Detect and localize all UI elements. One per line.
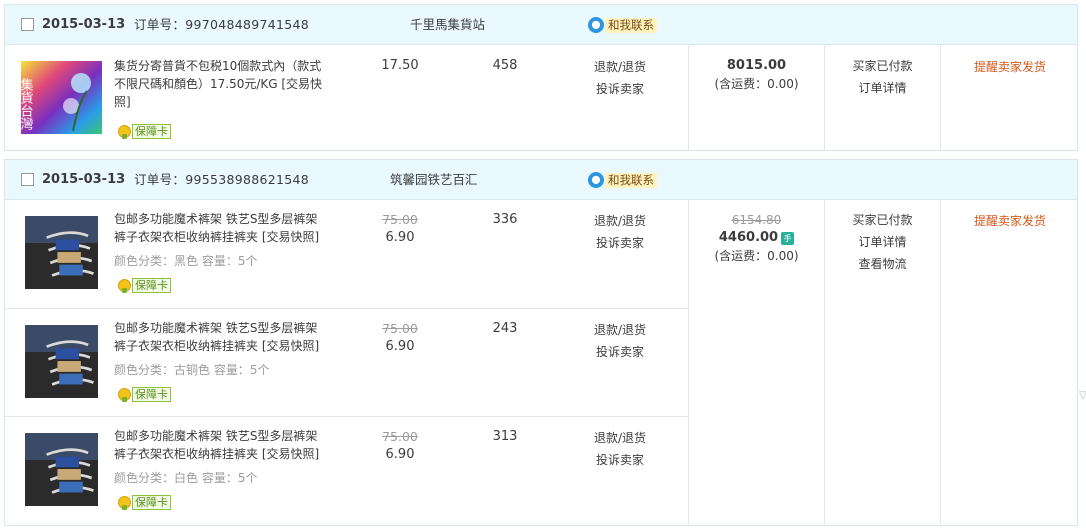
contact-seller-label: 和我联系 xyxy=(605,172,657,188)
product-thumbnail[interactable] xyxy=(21,325,102,398)
guarantee-card-icon xyxy=(118,124,131,139)
complain-seller-link[interactable]: 投诉卖家 xyxy=(585,343,655,360)
mobile-order-icon: 手 xyxy=(781,231,795,245)
product-title-link[interactable]: 包邮多功能魔术裤架 铁艺S型多层裤架裤子衣架衣柜收纳裤挂裤夹 [交易快照] xyxy=(114,427,324,463)
guarantee-card-label: 保障卡 xyxy=(132,386,171,402)
quantity: 458 xyxy=(492,58,518,73)
complain-seller-link[interactable]: 投诉卖家 xyxy=(585,80,655,97)
contact-seller-button[interactable]: ⬤ 和我联系 xyxy=(588,17,657,33)
order-total: 4460.00 xyxy=(718,230,779,245)
guarantee-card-badge[interactable]: 保障卡 xyxy=(118,277,171,293)
guarantee-card-label: 保障卡 xyxy=(132,494,171,510)
guarantee-card-icon xyxy=(118,278,131,293)
refund-return-link[interactable]: 退款/退货 xyxy=(585,212,655,229)
contact-seller-label: 和我联系 xyxy=(605,17,657,33)
complain-seller-link[interactable]: 投诉卖家 xyxy=(585,234,655,251)
original-price: 75.00 xyxy=(382,212,418,227)
unit-price: 6.90 xyxy=(385,447,415,462)
product-sku: 颜色分类：白色 容量：5个 xyxy=(114,471,258,485)
original-price: 75.00 xyxy=(382,429,418,444)
order-header: 2015-03-13 订单号：995538988621548 筑馨园铁艺百汇 ⬤… xyxy=(5,160,1077,200)
thumbnail-logo-text: 集貨台灣 xyxy=(21,77,33,131)
wangwang-icon: ⬤ xyxy=(588,17,604,33)
shipping-fee: (含运费：0.00) xyxy=(714,77,799,91)
order-total: 8015.00 xyxy=(726,58,787,73)
order-card: 2015-03-13 订单号：997048489741548 千里馬集貨站 ⬤ … xyxy=(4,4,1078,151)
order-detail-link[interactable]: 订单详情 xyxy=(825,231,940,253)
guarantee-card-badge[interactable]: 保障卡 xyxy=(118,386,171,402)
order-item-row: 包邮多功能魔术裤架 铁艺S型多层裤架裤子衣架衣柜收纳裤挂裤夹 [交易快照] 颜色… xyxy=(5,200,688,308)
order-status-text: 买家已付款 xyxy=(852,59,913,73)
unit-price: 6.90 xyxy=(385,339,415,354)
guarantee-card-icon xyxy=(118,495,131,510)
unit-price: 17.50 xyxy=(381,58,419,73)
product-title-link[interactable]: 包邮多功能魔术裤架 铁艺S型多层裤架裤子衣架衣柜收纳裤挂裤夹 [交易快照] xyxy=(114,319,324,355)
guarantee-card-badge[interactable]: 保障卡 xyxy=(118,123,171,139)
order-select-checkbox[interactable] xyxy=(21,173,34,186)
remind-seller-ship-button[interactable]: 提醒卖家发货 xyxy=(941,212,1079,229)
view-logistics-link[interactable]: 查看物流 xyxy=(825,253,940,275)
wangwang-icon: ⬤ xyxy=(588,172,604,188)
order-number: 订单号：995538988621548 xyxy=(134,172,309,187)
refund-return-link[interactable]: 退款/退货 xyxy=(585,321,655,338)
order-date: 2015-03-13 xyxy=(42,17,126,32)
unit-price: 6.90 xyxy=(385,230,415,245)
guarantee-card-label: 保障卡 xyxy=(132,277,171,293)
quantity: 336 xyxy=(492,212,518,227)
product-thumbnail[interactable] xyxy=(21,433,102,506)
product-sku: 颜色分类：古铜色 容量：5个 xyxy=(114,363,270,377)
scroll-edge-marker: ▽ xyxy=(1079,390,1086,401)
quantity: 243 xyxy=(492,321,518,336)
order-total-cell: 6154.80 4460.00 手 (含运费：0.00) xyxy=(689,211,824,265)
order-status-cell: 买家已付款 订单详情 xyxy=(825,55,940,99)
product-sku: 颜色分类：黑色 容量：5个 xyxy=(114,254,258,268)
product-thumbnail[interactable] xyxy=(21,216,102,289)
shop-name-link[interactable]: 筑馨园铁艺百汇 xyxy=(390,160,478,200)
shop-name-link[interactable]: 千里馬集貨站 xyxy=(410,5,485,45)
product-title-link[interactable]: 集货分寄普貨不包税10個款式內（款式不限尺碼和顏色）17.50元/KG [交易快… xyxy=(114,57,324,111)
product-title-link[interactable]: 包邮多功能魔术裤架 铁艺S型多层裤架裤子衣架衣柜收纳裤挂裤夹 [交易快照] xyxy=(114,210,324,246)
column-divider xyxy=(940,200,941,525)
order-number: 订单号：997048489741548 xyxy=(134,17,309,32)
guarantee-card-icon xyxy=(118,387,131,402)
original-price: 75.00 xyxy=(382,321,418,336)
order-original-total: 6154.80 xyxy=(731,213,782,227)
order-item-row: 包邮多功能魔术裤架 铁艺S型多层裤架裤子衣架衣柜收纳裤挂裤夹 [交易快照] 颜色… xyxy=(5,308,688,416)
guarantee-card-label: 保障卡 xyxy=(132,123,171,139)
order-status-text: 买家已付款 xyxy=(852,213,913,227)
quantity: 313 xyxy=(492,429,518,444)
complain-seller-link[interactable]: 投诉卖家 xyxy=(585,451,655,468)
order-select-checkbox[interactable] xyxy=(21,18,34,31)
order-date: 2015-03-13 xyxy=(42,172,126,187)
order-item-row: 集貨台灣 集货分寄普貨不包税10個款式內（款式不限尺碼和顏色）17.50元/KG… xyxy=(5,45,688,150)
guarantee-card-badge[interactable]: 保障卡 xyxy=(118,494,171,510)
product-thumbnail[interactable]: 集貨台灣 xyxy=(21,61,102,134)
order-header: 2015-03-13 订单号：997048489741548 千里馬集貨站 ⬤ … xyxy=(5,5,1077,45)
order-total-wrap: 4460.00 手 xyxy=(689,229,824,247)
refund-return-link[interactable]: 退款/退货 xyxy=(585,429,655,446)
shipping-fee: (含运费：0.00) xyxy=(714,249,799,263)
contact-seller-button[interactable]: ⬤ 和我联系 xyxy=(588,172,657,188)
order-item-row: 包邮多功能魔术裤架 铁艺S型多层裤架裤子衣架衣柜收纳裤挂裤夹 [交易快照] 颜色… xyxy=(5,416,688,525)
order-detail-link[interactable]: 订单详情 xyxy=(825,77,940,99)
order-total-cell: 8015.00 (含运费：0.00) xyxy=(689,57,824,93)
remind-seller-ship-button[interactable]: 提醒卖家发货 xyxy=(941,58,1079,75)
order-status-cell: 买家已付款 订单详情 查看物流 xyxy=(825,209,940,275)
order-card: 2015-03-13 订单号：995538988621548 筑馨园铁艺百汇 ⬤… xyxy=(4,159,1078,526)
refund-return-link[interactable]: 退款/退货 xyxy=(585,58,655,75)
